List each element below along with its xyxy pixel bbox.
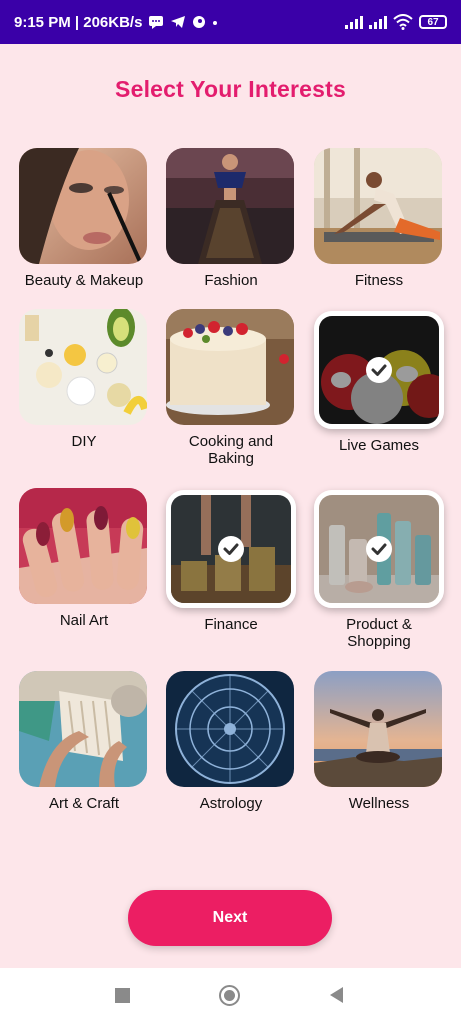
battery-icon: 67 — [419, 15, 447, 29]
fashion-image — [166, 148, 294, 264]
tile-label: Fitness — [354, 272, 404, 289]
interest-tile-beauty[interactable]: Beauty & Makeup — [19, 148, 149, 289]
interest-tile-nail-art[interactable]: Nail Art — [19, 488, 149, 629]
interest-tile-cooking[interactable]: Cooking and Baking — [166, 309, 296, 467]
tile-label: Nail Art — [59, 612, 109, 629]
cooking-image — [166, 309, 294, 425]
interest-tile-wellness[interactable]: Wellness — [314, 671, 444, 812]
tile-label: Cooking and Baking — [188, 433, 274, 467]
app-notification-icon — [193, 16, 206, 28]
message-icon — [149, 16, 164, 29]
tile-label: Product & Shopping — [346, 616, 412, 650]
interest-tile-live-games[interactable]: Live Games — [314, 311, 444, 454]
interest-tile-fitness[interactable]: Fitness — [314, 148, 444, 289]
system-nav-bar — [0, 968, 461, 1024]
page-title: Select Your Interests — [115, 76, 346, 102]
interest-tile-art-craft[interactable]: Art & Craft — [19, 671, 149, 812]
nail-art-image — [19, 488, 147, 604]
astrology-image — [166, 671, 294, 787]
recents-icon[interactable] — [115, 988, 130, 1003]
dot-icon — [213, 21, 218, 25]
home-icon[interactable] — [219, 985, 240, 1006]
next-button[interactable]: Next — [128, 890, 332, 946]
interest-tile-fashion[interactable]: Fashion — [166, 148, 296, 289]
check-icon — [366, 357, 392, 383]
signal-icon — [345, 15, 363, 29]
interest-tile-diy[interactable]: DIY — [19, 309, 149, 450]
interest-tile-finance[interactable]: Finance — [166, 490, 296, 633]
status-time: 9:15 PM | 206KB/s — [14, 13, 143, 31]
status-left: 9:15 PM | 206KB/s — [14, 0, 218, 44]
status-bar: 9:15 PM | 206KB/s 67 — [0, 0, 461, 44]
tile-label: Astrology — [199, 795, 263, 812]
tile-label: Finance — [204, 616, 258, 633]
wellness-image — [314, 671, 442, 787]
diy-image — [19, 309, 147, 425]
back-icon[interactable] — [330, 987, 343, 1003]
check-icon — [366, 536, 392, 562]
tile-label: Fashion — [204, 272, 258, 289]
interest-tile-product-shopping[interactable]: Product & Shopping — [314, 490, 444, 650]
wifi-icon — [393, 14, 413, 30]
battery-level: 67 — [427, 16, 439, 28]
tile-label: Art & Craft — [48, 795, 119, 812]
tile-label: Beauty & Makeup — [24, 272, 144, 289]
tile-label: Live Games — [338, 437, 420, 454]
live-games-image — [314, 311, 444, 429]
beauty-image — [19, 148, 147, 264]
art-craft-image — [19, 671, 147, 787]
status-right: 67 — [345, 0, 447, 44]
product-shopping-image — [314, 490, 444, 608]
signal-icon-2 — [369, 15, 387, 29]
telegram-icon — [171, 16, 186, 28]
tile-label: DIY — [71, 433, 97, 450]
check-icon — [218, 536, 244, 562]
interest-tile-astrology[interactable]: Astrology — [166, 671, 296, 812]
finance-image — [166, 490, 296, 608]
tile-label: Wellness — [348, 795, 410, 812]
fitness-image — [314, 148, 442, 264]
